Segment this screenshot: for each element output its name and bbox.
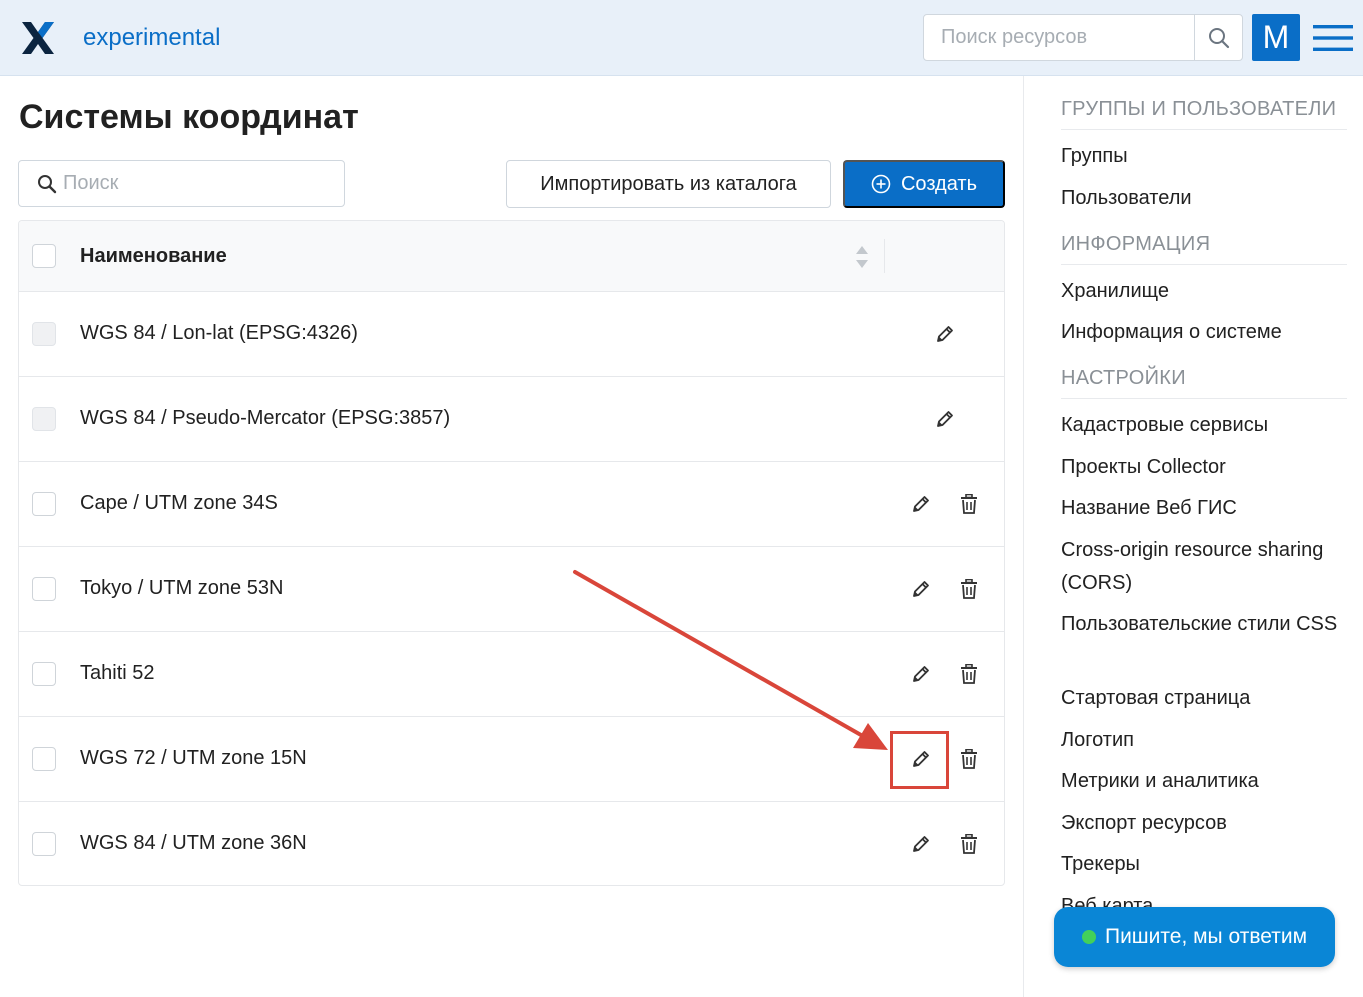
table-row[interactable]: Cape / UTM zone 34S — [19, 462, 1004, 547]
delete-trash-icon[interactable] — [957, 492, 981, 516]
sidebar-item-resource-export[interactable]: Экспорт ресурсов — [1061, 807, 1351, 840]
row-name[interactable]: Tokyo / UTM zone 53N — [80, 577, 283, 600]
sidebar-item-custom-css[interactable]: Пользовательские стили CSS — [1061, 608, 1351, 641]
sidebar-item-cadastral[interactable]: Кадастровые сервисы — [1061, 409, 1351, 442]
edit-pencil-icon[interactable] — [909, 832, 933, 856]
table-row[interactable]: WGS 84 / UTM zone 36N — [19, 802, 1004, 885]
sidebar-item-users[interactable]: Пользователи — [1061, 182, 1351, 215]
row-name[interactable]: WGS 84 / UTM zone 36N — [80, 832, 307, 855]
sort-icon[interactable] — [855, 245, 869, 269]
edit-pencil-icon[interactable] — [909, 577, 933, 601]
create-button-label: Создать — [900, 172, 977, 195]
row-checkbox[interactable] — [32, 747, 56, 771]
sidebar-item-webgis-name[interactable]: Название Веб ГИС — [1061, 492, 1351, 525]
row-checkbox — [32, 407, 56, 431]
app-name[interactable]: experimental — [83, 24, 220, 52]
sidebar-item-collector[interactable]: Проекты Collector — [1061, 451, 1351, 484]
user-avatar[interactable]: M — [1252, 14, 1300, 61]
create-button[interactable]: Создать — [843, 160, 1005, 208]
chat-widget-button[interactable]: Пишите, мы ответим — [1054, 907, 1335, 967]
logo-icon[interactable] — [20, 20, 56, 56]
search-button[interactable] — [1194, 15, 1242, 60]
sidebar-item-cors[interactable]: Cross-origin resource sharing (CORS) — [1061, 534, 1351, 600]
table-row[interactable]: WGS 84 / Lon-lat (EPSG:4326) — [19, 292, 1004, 377]
delete-trash-icon[interactable] — [957, 662, 981, 686]
row-checkbox[interactable] — [32, 832, 56, 856]
import-from-catalog-button[interactable]: Импортировать из каталога — [506, 160, 831, 208]
row-name[interactable]: WGS 84 / Pseudo-Mercator (EPSG:3857) — [80, 407, 450, 430]
edit-pencil-icon[interactable] — [933, 407, 957, 431]
table-row[interactable]: Tokyo / UTM zone 53N — [19, 547, 1004, 632]
section-title-info: ИНФОРМАЦИЯ — [1061, 233, 1347, 265]
table-row[interactable]: WGS 84 / Pseudo-Mercator (EPSG:3857) — [19, 377, 1004, 462]
online-status-icon — [1081, 930, 1096, 944]
table-header: Наименование — [19, 221, 1004, 292]
row-checkbox[interactable] — [32, 492, 56, 516]
edit-pencil-icon[interactable] — [909, 662, 933, 686]
top-header: experimental M — [0, 0, 1363, 76]
sidebar-item-home-page[interactable]: Стартовая страница — [1061, 682, 1351, 715]
search-icon — [38, 175, 57, 194]
resource-search — [923, 14, 1243, 61]
sidebar-item-logo[interactable]: Логотип — [1061, 724, 1351, 757]
row-name[interactable]: Tahiti 52 — [80, 662, 155, 685]
plus-circle-icon — [871, 174, 891, 194]
chat-widget-label: Пишите, мы ответим — [1104, 925, 1308, 948]
delete-trash-icon[interactable] — [957, 577, 981, 601]
row-checkbox[interactable] — [32, 577, 56, 601]
row-name[interactable]: WGS 72 / UTM zone 15N — [80, 747, 307, 770]
search-icon — [1208, 27, 1229, 48]
crs-table: Наименование WGS 84 / Lon-lat (EPSG:4326… — [18, 220, 1005, 886]
row-checkbox[interactable] — [32, 662, 56, 686]
sidebar-item-trackers[interactable]: Трекеры — [1061, 848, 1351, 881]
resource-search-input[interactable] — [924, 15, 1196, 60]
column-header-name[interactable]: Наименование — [80, 245, 227, 268]
delete-trash-icon[interactable] — [957, 832, 981, 856]
sidebar-item-storage[interactable]: Хранилище — [1061, 275, 1351, 308]
table-row[interactable]: WGS 72 / UTM zone 15N — [19, 717, 1004, 802]
sidebar-item-metrics[interactable]: Метрики и аналитика — [1061, 765, 1351, 798]
section-title-groups: ГРУППЫ И ПОЛЬЗОВАТЕЛИ — [1061, 98, 1347, 130]
annotation-highlight-box — [890, 731, 949, 789]
section-title-settings: НАСТРОЙКИ — [1061, 367, 1347, 399]
table-row[interactable]: Tahiti 52 — [19, 632, 1004, 717]
sidebar-item-system-info[interactable]: Информация о системе — [1061, 316, 1351, 349]
column-divider — [884, 239, 885, 273]
edit-pencil-icon[interactable] — [909, 492, 933, 516]
delete-trash-icon[interactable] — [957, 747, 981, 771]
filter-box — [18, 160, 345, 207]
hamburger-menu-icon[interactable] — [1313, 24, 1353, 52]
settings-sidebar: ГРУППЫ И ПОЛЬЗОВАТЕЛИ Группы Пользовател… — [1023, 76, 1363, 997]
row-name[interactable]: Cape / UTM zone 34S — [80, 492, 278, 515]
edit-pencil-icon[interactable] — [933, 322, 957, 346]
select-all-checkbox[interactable] — [32, 244, 56, 268]
row-checkbox — [32, 322, 56, 346]
filter-input[interactable] — [63, 161, 333, 206]
sidebar-item-groups[interactable]: Группы — [1061, 140, 1351, 173]
row-name[interactable]: WGS 84 / Lon-lat (EPSG:4326) — [80, 322, 358, 345]
page-title: Системы координат — [19, 98, 359, 136]
